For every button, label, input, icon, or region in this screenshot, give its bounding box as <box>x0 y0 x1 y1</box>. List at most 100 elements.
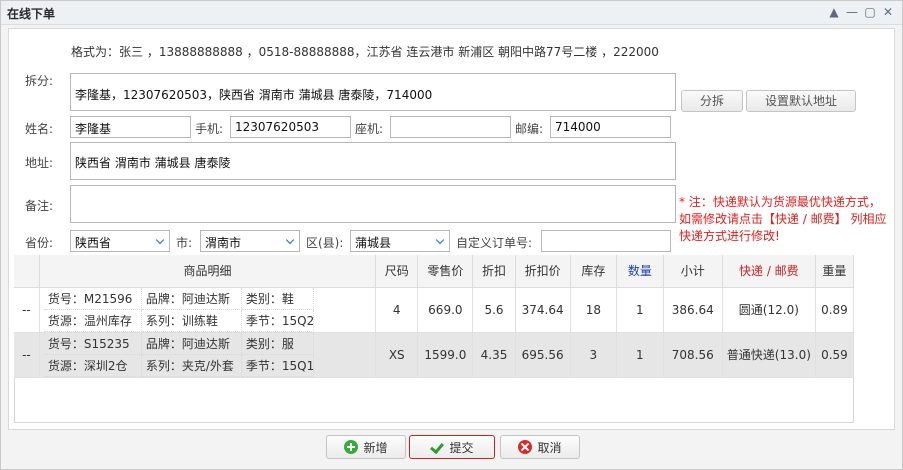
col-header-subtotal: 小计 <box>663 255 723 288</box>
col-header-detail: 商品明细 <box>39 255 377 288</box>
custom-order-label: 自定义订单号: <box>456 236 533 250</box>
close-icon[interactable]: ✕ <box>882 5 894 19</box>
qty-cell[interactable]: 1 <box>616 287 664 333</box>
chevron-down-icon <box>435 235 445 245</box>
product-brand: 品牌：阿迪达斯 <box>141 287 242 310</box>
district-value: 蒲城县 <box>355 236 392 250</box>
cancel-icon <box>518 440 533 454</box>
product-category: 类别：鞋 <box>241 287 314 310</box>
product-season: 季节：15Q1 <box>241 354 314 377</box>
retail-cell: 1599.0 <box>417 332 474 378</box>
discount-cell: 5.6 <box>472 287 516 333</box>
col-header-discount: 折扣 <box>472 255 516 288</box>
discount-price-cell: 374.64 <box>515 287 571 333</box>
maximize-icon[interactable]: ▢ <box>864 5 876 19</box>
city-value: 渭南市 <box>205 236 242 250</box>
product-category: 类别：服 <box>241 332 314 355</box>
shipping-cell[interactable]: 普通快递(13.0) <box>722 332 816 378</box>
row-mark: -- <box>14 332 40 378</box>
subtotal-cell: 386.64 <box>663 287 723 333</box>
col-header-stock: 库存 <box>570 255 618 288</box>
col-header-mark <box>14 255 40 288</box>
plus-icon <box>344 440 359 454</box>
stock-cell: 18 <box>570 287 618 333</box>
col-header-size: 尺码 <box>375 255 419 288</box>
col-header-shipping: 快递 / 邮费 <box>722 255 816 288</box>
table-row: -- 货号：M21596 品牌：阿迪达斯 类别：鞋 货源：温州库存 系列：训练鞋… <box>14 287 855 333</box>
add-button[interactable]: 新增 <box>326 435 406 459</box>
checkmark-icon <box>430 441 444 453</box>
col-header-discount-price: 折扣价 <box>515 255 571 288</box>
city-label: 市: <box>176 236 193 250</box>
phone-input[interactable] <box>390 116 511 138</box>
product-code: 货号：S15235 <box>43 332 142 355</box>
name-label: 姓名: <box>25 122 54 136</box>
remark-textarea[interactable] <box>70 185 676 223</box>
row-mark: -- <box>14 287 40 333</box>
address-label: 地址: <box>25 156 54 170</box>
window-controls: ▲ — ▢ ✕ <box>828 5 894 19</box>
col-header-weight: 重量 <box>815 255 855 288</box>
weight-cell: 0.59 <box>815 332 855 378</box>
product-detail-cell: 货号：S15235 品牌：阿迪达斯 类别：服 货源：深圳2仓 系列：夹克/外套 … <box>39 332 377 378</box>
weight-cell: 0.89 <box>815 287 855 333</box>
cancel-button-label: 取消 <box>537 440 562 455</box>
product-source: 货源：温州库存 <box>43 309 142 332</box>
shipping-cell[interactable]: 圆通(12.0) <box>722 287 816 333</box>
city-select[interactable]: 渭南市 <box>200 230 300 252</box>
split-button[interactable]: 分拆 <box>681 90 743 112</box>
remark-label: 备注: <box>25 199 54 213</box>
product-season: 季节：15Q2 <box>241 309 314 332</box>
name-input[interactable]: 李隆基 <box>70 116 191 138</box>
product-series: 系列：夹克/外套 <box>141 354 242 377</box>
split-label: 拆分: <box>25 74 54 88</box>
order-dialog: 在线下单 ▲ — ▢ ✕ 格式为：张三 ，13888888888 ，0518-8… <box>0 0 903 470</box>
size-cell: 4 <box>375 287 419 333</box>
zip-label: 邮编: <box>515 122 544 136</box>
province-value: 陕西省 <box>75 236 112 250</box>
product-detail-cell: 货号：M21596 品牌：阿迪达斯 类别：鞋 货源：温州库存 系列：训练鞋 季节… <box>39 287 377 333</box>
chevron-down-icon <box>285 235 295 245</box>
title-bar: 在线下单 ▲ — ▢ ✕ <box>1 1 902 25</box>
product-source: 货源：深圳2仓 <box>43 354 142 377</box>
form-panel: 格式为：张三 ，13888888888 ，0518-88888888，江苏省 连… <box>8 28 895 430</box>
subtotal-cell: 708.56 <box>663 332 723 378</box>
format-hint: 格式为：张三 ，13888888888 ，0518-88888888，江苏省 连… <box>71 45 659 59</box>
set-default-address-button[interactable]: 设置默认地址 <box>746 90 856 112</box>
col-header-qty: 数量 <box>616 255 664 288</box>
product-brand: 品牌：阿迪达斯 <box>141 332 242 355</box>
product-code: 货号：M21596 <box>43 287 142 310</box>
province-select[interactable]: 陕西省 <box>70 230 170 252</box>
custom-order-input[interactable] <box>541 230 671 252</box>
retail-cell: 669.0 <box>417 287 474 333</box>
add-button-label: 新增 <box>363 440 388 455</box>
chevron-down-icon <box>155 235 165 245</box>
size-cell: XS <box>375 332 419 378</box>
zip-input[interactable]: 714000 <box>550 116 671 138</box>
discount-cell: 4.35 <box>472 332 516 378</box>
district-select[interactable]: 蒲城县 <box>350 230 450 252</box>
submit-button[interactable]: 提交 <box>409 435 495 459</box>
product-detail: 货号：M21596 品牌：阿迪达斯 类别：鞋 货源：温州库存 系列：训练鞋 季节… <box>40 287 375 332</box>
col-header-retail: 零售价 <box>417 255 474 288</box>
mobile-label: 手机: <box>195 122 224 136</box>
dialog-footer: 新增 提交 取消 <box>1 431 902 469</box>
minimize-icon[interactable]: — <box>846 5 858 19</box>
product-series: 系列：训练鞋 <box>141 309 242 332</box>
shipping-note: * 注：快递默认为货源最优快递方式，如需修改请点击【快递 / 邮费】 列相应快递… <box>679 195 887 243</box>
qty-cell[interactable]: 1 <box>616 332 664 378</box>
submit-button-label: 提交 <box>449 440 474 455</box>
cancel-button[interactable]: 取消 <box>500 435 580 459</box>
mobile-input[interactable]: 12307620503 <box>230 116 351 138</box>
stock-cell: 3 <box>570 332 618 378</box>
discount-price-cell: 695.56 <box>515 332 571 378</box>
collapse-icon[interactable]: ▲ <box>828 5 840 19</box>
phone-label: 座机: <box>355 122 384 136</box>
address-textarea[interactable]: 陕西省 渭南市 蒲城县 唐泰陵 <box>70 142 676 180</box>
table-row: -- 货号：S15235 品牌：阿迪达斯 类别：服 货源：深圳2仓 系列：夹克/… <box>14 332 855 378</box>
province-label: 省份: <box>25 236 54 250</box>
product-detail: 货号：S15235 品牌：阿迪达斯 类别：服 货源：深圳2仓 系列：夹克/外套 … <box>40 332 375 377</box>
split-textarea[interactable]: 李隆基，12307620503，陕西省 渭南市 蒲城县 唐泰陵，714000 <box>70 73 676 111</box>
order-table: 商品明细 尺码 零售价 折扣 折扣价 库存 数量 小计 快递 / 邮费 重量 -… <box>14 255 855 378</box>
window-title: 在线下单 <box>7 7 56 21</box>
